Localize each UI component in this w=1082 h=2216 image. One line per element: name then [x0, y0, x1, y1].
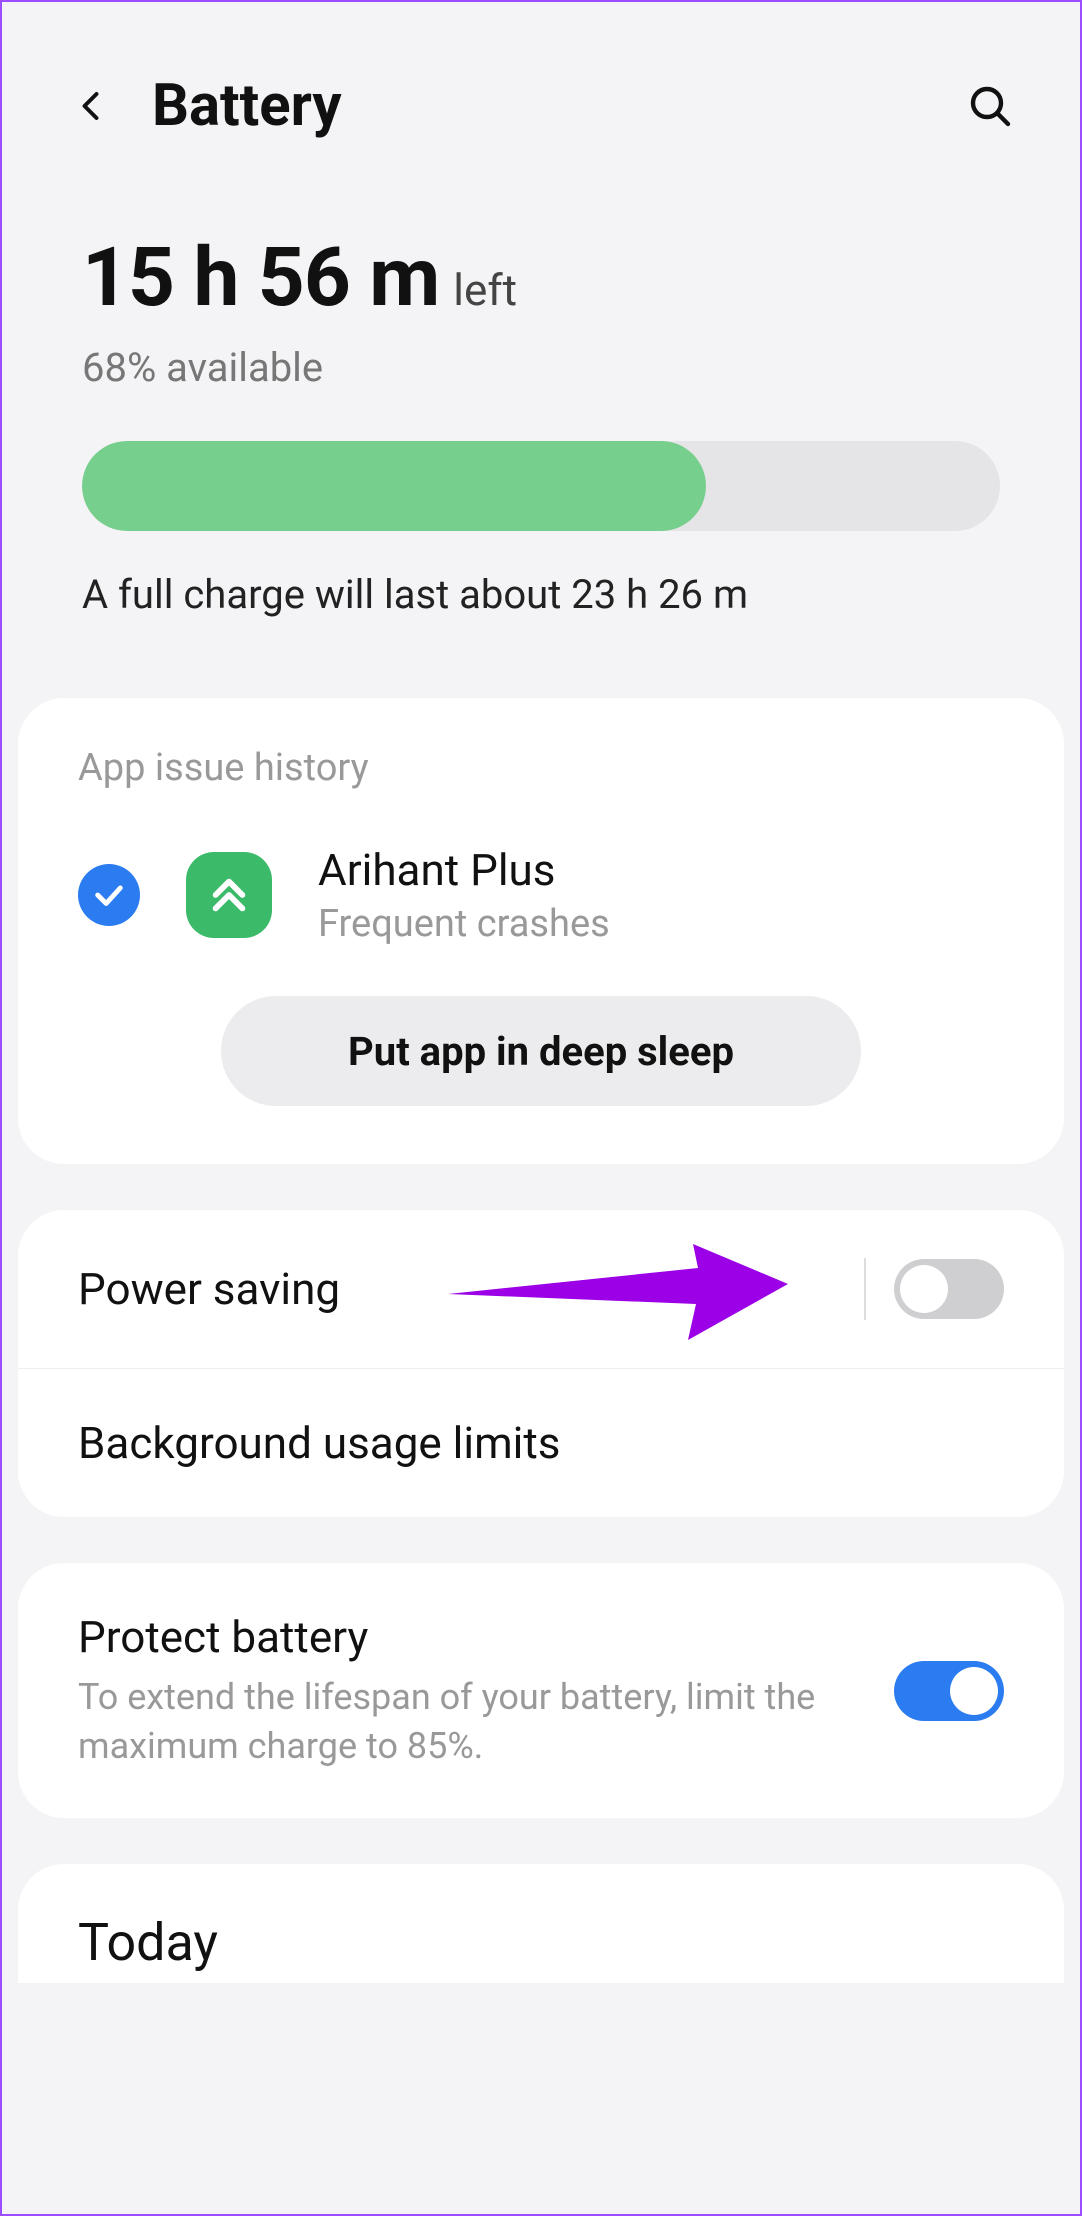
toggle-knob: [950, 1667, 998, 1715]
background-usage-limits-title: Background usage limits: [78, 1417, 984, 1469]
double-chevron-up-icon: [206, 872, 252, 918]
header: Battery: [2, 2, 1080, 170]
power-saving-toggle[interactable]: [894, 1259, 1004, 1319]
background-usage-limits-row[interactable]: Background usage limits: [78, 1417, 1004, 1469]
back-button[interactable]: [62, 76, 122, 136]
protect-battery-card: Protect battery To extend the lifespan o…: [18, 1563, 1064, 1818]
time-remaining-suffix: left: [453, 264, 517, 316]
protect-battery-row[interactable]: Protect battery To extend the lifespan o…: [78, 1611, 1004, 1770]
app-name: Arihant Plus: [318, 844, 610, 896]
battery-progress-bar[interactable]: [82, 441, 1000, 531]
search-icon: [966, 82, 1014, 130]
battery-stats: 15 h 56 m left 68% available A full char…: [2, 170, 1080, 658]
protect-battery-description: To extend the lifespan of your battery, …: [78, 1673, 874, 1770]
search-button[interactable]: [960, 76, 1020, 136]
app-issue-row[interactable]: Arihant Plus Frequent crashes: [78, 844, 1004, 946]
app-issue-card: App issue history Arihant Plus Frequent …: [18, 698, 1064, 1164]
power-saving-row[interactable]: Power saving: [78, 1258, 1004, 1320]
today-card: Today: [18, 1864, 1064, 1983]
power-saving-title: Power saving: [78, 1263, 824, 1315]
app-icon: [186, 852, 272, 938]
app-issue-detail: Frequent crashes: [318, 902, 610, 946]
today-title: Today: [78, 1912, 1004, 1973]
percent-available: 68% available: [82, 344, 1000, 391]
page-title: Battery: [152, 72, 960, 140]
full-charge-estimate: A full charge will last about 23 h 26 m: [82, 571, 1000, 618]
protect-battery-toggle[interactable]: [894, 1661, 1004, 1721]
protect-battery-title: Protect battery: [78, 1611, 874, 1663]
app-issue-section-label: App issue history: [78, 746, 1004, 790]
time-remaining: 15 h 56 m: [82, 230, 439, 326]
deep-sleep-button[interactable]: Put app in deep sleep: [221, 996, 861, 1106]
power-settings-card: Power saving Background usage limits: [18, 1210, 1064, 1517]
chevron-left-icon: [74, 88, 110, 124]
check-badge-icon: [78, 864, 140, 926]
vertical-separator: [864, 1258, 866, 1320]
battery-progress-fill: [82, 441, 706, 531]
toggle-knob: [900, 1265, 948, 1313]
